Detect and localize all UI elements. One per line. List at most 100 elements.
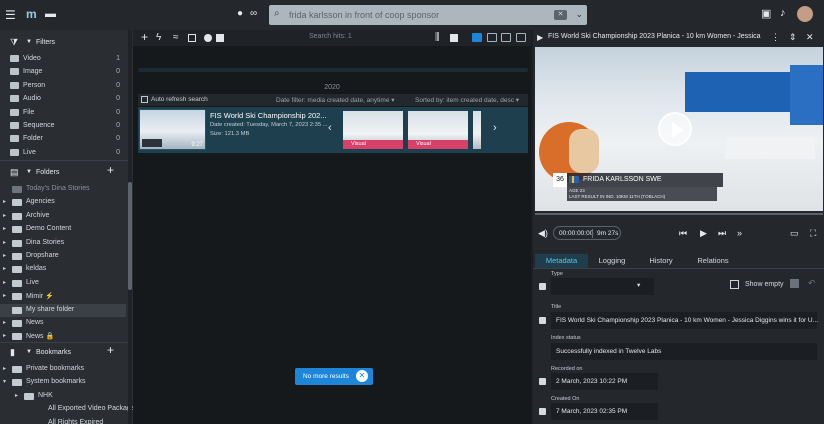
result-thumbnail[interactable]: 9:27 bbox=[139, 109, 206, 150]
tab-relations[interactable]: Relations bbox=[689, 254, 737, 268]
sort-dropdown[interactable]: Sorted by: item created date, desc ▾ bbox=[415, 96, 519, 104]
play-overlay-button[interactable] bbox=[658, 112, 692, 146]
bookmarks-section-header[interactable]: ▮ ▼ Bookmarks + bbox=[0, 342, 128, 362]
add-folder-button[interactable]: + bbox=[107, 163, 114, 177]
folder-item[interactable]: ▸ Mimir ⚡ bbox=[0, 290, 126, 303]
expand-arrow-icon[interactable]: ▸ bbox=[3, 225, 6, 232]
sidebar-scrollbar[interactable] bbox=[128, 30, 132, 424]
expand-arrow-icon[interactable]: ▸ bbox=[15, 392, 18, 399]
date-filter-dropdown[interactable]: Date filter: media created date, anytime… bbox=[276, 96, 395, 104]
filter-item-file[interactable]: File 0 bbox=[0, 106, 126, 119]
type-select[interactable]: ▾ bbox=[551, 278, 654, 295]
info-icon[interactable]: ● bbox=[237, 9, 243, 19]
folder-item[interactable]: My share folder bbox=[0, 303, 126, 317]
close-toast-button[interactable]: ✕ bbox=[356, 370, 368, 382]
filter-item-image[interactable]: Image 0 bbox=[0, 65, 126, 78]
map-view-button[interactable] bbox=[516, 33, 526, 42]
expand-arrow-icon[interactable]: ▾ bbox=[3, 378, 6, 385]
waveform-icon[interactable]: ⫼ bbox=[435, 32, 440, 43]
subtitles-icon[interactable]: ▭ bbox=[790, 228, 799, 238]
compact-view-button[interactable] bbox=[501, 33, 511, 42]
notification-bell-icon[interactable]: ♪ bbox=[780, 8, 786, 19]
folder-item[interactable]: ▸ Live bbox=[0, 277, 126, 290]
segment-thumbnail[interactable]: Visual bbox=[343, 111, 403, 149]
recorded-on-field[interactable]: 2 March, 2023 10:22 PM bbox=[551, 373, 658, 390]
created-on-field[interactable]: 7 March, 2023 02:35 PM bbox=[551, 403, 658, 420]
next-arrow-icon[interactable]: › bbox=[493, 122, 497, 134]
collapse-icon[interactable]: ⇕ bbox=[789, 33, 797, 42]
expand-arrow-icon[interactable]: ▸ bbox=[3, 198, 6, 205]
link-icon[interactable]: ∞ bbox=[250, 9, 257, 19]
select-all-checkbox[interactable] bbox=[188, 34, 196, 42]
show-empty-checkbox[interactable] bbox=[730, 280, 739, 289]
scrub-bar[interactable] bbox=[535, 213, 823, 215]
lightning-icon[interactable]: ϟ bbox=[156, 32, 161, 43]
expand-arrow-icon[interactable]: ▸ bbox=[3, 279, 6, 286]
checkbox-icon[interactable] bbox=[216, 34, 224, 42]
tab-metadata[interactable]: Metadata bbox=[535, 254, 588, 268]
title-field[interactable]: FIS World Ski Championship 2023 Planica … bbox=[551, 312, 818, 329]
filter-item-person[interactable]: Person 0 bbox=[0, 79, 126, 92]
fast-forward-icon[interactable]: » bbox=[737, 228, 742, 238]
filters-section-header[interactable]: ⧩ ▼ Filters bbox=[0, 32, 128, 52]
folder-icon[interactable]: ▬ bbox=[45, 9, 56, 20]
add-bookmark-button[interactable]: + bbox=[107, 343, 114, 357]
hamburger-menu-icon[interactable]: ☰ bbox=[5, 9, 16, 21]
folder-item[interactable]: ▸ Agencies bbox=[0, 196, 126, 209]
expand-arrow-icon[interactable]: ▸ bbox=[3, 292, 6, 299]
step-back-icon[interactable]: ⏮ bbox=[679, 228, 687, 238]
bookmark-item[interactable]: All Exported Video Packages bbox=[0, 403, 133, 416]
wave-icon[interactable]: ≈ bbox=[173, 32, 179, 43]
grid-view-button[interactable] bbox=[487, 33, 497, 42]
list-view-button[interactable] bbox=[472, 33, 482, 42]
more-options-icon[interactable]: ⋮ bbox=[771, 33, 780, 42]
folder-item[interactable]: ▸ Demo Content bbox=[0, 223, 126, 236]
folder-item[interactable]: Today's Dina Stories bbox=[0, 183, 126, 196]
folder-item[interactable]: ▸ keldas bbox=[0, 263, 126, 276]
expand-arrow-icon[interactable]: ▸ bbox=[3, 332, 6, 339]
auto-refresh-checkbox[interactable] bbox=[141, 96, 148, 103]
bookmark-item[interactable]: ▸ Private bookmarks bbox=[0, 363, 126, 376]
clock-icon[interactable] bbox=[204, 34, 212, 42]
step-forward-icon[interactable]: ⏭ bbox=[718, 228, 726, 238]
video-preview[interactable]: 36 FRIDA KARLSSON SWE AGE 23 LAST RESULT… bbox=[535, 47, 823, 211]
folder-item[interactable]: ▸ Archive bbox=[0, 210, 126, 223]
folder-item[interactable]: ▸ News bbox=[0, 317, 126, 330]
expand-arrow-icon[interactable]: ▸ bbox=[3, 212, 6, 219]
expand-arrow-icon[interactable]: ▸ bbox=[3, 319, 6, 326]
bookmark-item[interactable]: ▸ NHK bbox=[0, 390, 126, 403]
user-avatar[interactable] bbox=[797, 6, 813, 22]
play-icon[interactable]: ▶ bbox=[700, 228, 707, 238]
filter-item-audio[interactable]: Audio 0 bbox=[0, 92, 126, 105]
filter-item-video[interactable]: Video 1 bbox=[0, 52, 126, 65]
scrollbar-thumb[interactable] bbox=[128, 182, 132, 290]
player-icon[interactable]: ▣ bbox=[761, 9, 771, 20]
bookmark-item[interactable]: ▾ System bookmarks bbox=[0, 376, 126, 389]
folder-item[interactable]: ▸ Dropshare bbox=[0, 250, 126, 263]
filter-item-live[interactable]: Live 0 bbox=[0, 146, 126, 159]
add-icon[interactable]: + bbox=[141, 31, 148, 43]
bookmark-item[interactable]: All Rights Expired bbox=[0, 417, 126, 424]
previous-arrow-icon[interactable]: ‹ bbox=[328, 122, 332, 134]
result-card[interactable]: 9:27 FIS World Ski Championship 202... D… bbox=[138, 107, 528, 153]
segment-thumbnail[interactable]: Visual bbox=[408, 111, 468, 149]
close-icon[interactable]: ✕ bbox=[806, 33, 814, 42]
filter-item-folder[interactable]: Folder 0 bbox=[0, 132, 126, 145]
expand-arrow-icon[interactable]: ▸ bbox=[3, 265, 6, 272]
result-title[interactable]: FIS World Ski Championship 202... bbox=[210, 111, 327, 120]
tab-logging[interactable]: Logging bbox=[591, 254, 633, 268]
filter-item-sequence[interactable]: Sequence 0 bbox=[0, 119, 126, 132]
list-icon[interactable] bbox=[539, 283, 546, 290]
segment-thumbnail-partial[interactable] bbox=[473, 111, 481, 149]
folders-section-header[interactable]: ▤ ▼ Folders + bbox=[0, 162, 128, 182]
search-input[interactable]: frida karlsson in front of coop sponsor bbox=[289, 10, 439, 20]
expand-arrow-icon[interactable]: ▸ bbox=[3, 365, 6, 372]
undo-icon[interactable]: ↶ bbox=[808, 278, 816, 289]
save-icon[interactable] bbox=[790, 279, 799, 288]
fullscreen-icon[interactable]: ⛶ bbox=[810, 228, 816, 238]
checked-box-icon[interactable] bbox=[450, 34, 458, 42]
tab-history[interactable]: History bbox=[641, 254, 681, 268]
search-options-dropdown[interactable]: ⌄ bbox=[575, 9, 583, 20]
expand-arrow-icon[interactable]: ▸ bbox=[3, 252, 6, 259]
volume-icon[interactable]: ◀) bbox=[538, 228, 548, 238]
